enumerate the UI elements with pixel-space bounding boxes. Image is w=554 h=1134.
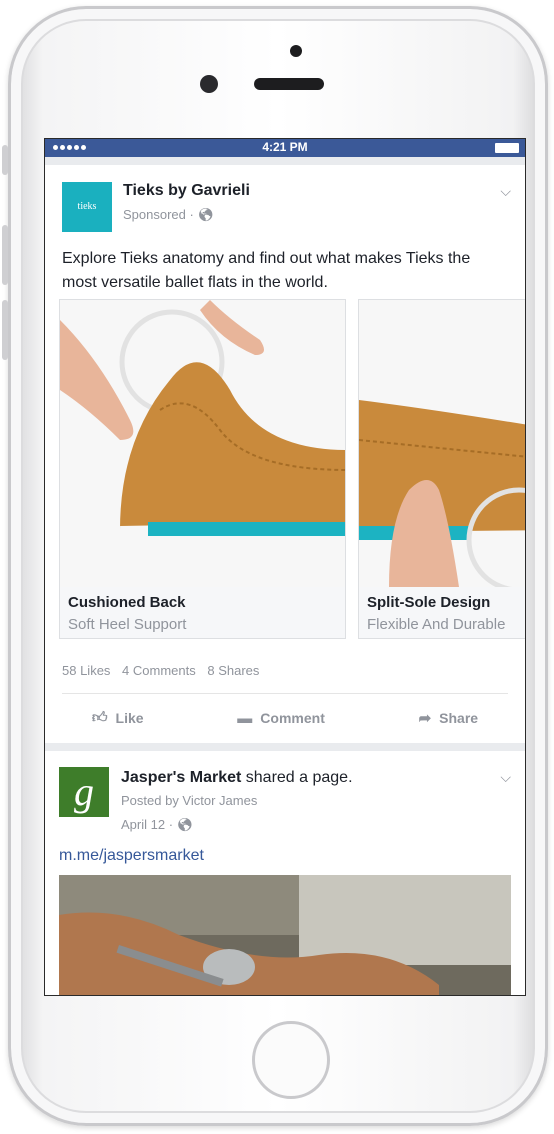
earpiece-speaker [254,78,324,90]
shoe-sole-image [359,300,525,587]
post-date: April 12 · 🌎︎ [121,817,193,833]
chevron-down-icon[interactable]: ⌵ [500,769,511,786]
volume-down-button [2,300,8,360]
post-meta: Sponsored · 🌎︎ [123,207,214,223]
sponsored-label: Sponsored · [123,207,198,222]
tieks-logo[interactable]: tieks [62,182,112,232]
shoe-heel-image [60,300,345,587]
post-header: Jasper's Market shared a page. [121,769,353,787]
shares-count[interactable]: 8 Shares [207,663,259,678]
shared-text: shared a page. [241,769,353,786]
phone-screen: 4:21 PM tieks Tieks by Gavrieli Sponsore… [44,138,526,996]
comment-icon: ▬ [237,709,253,727]
likes-count[interactable]: 58 Likes [62,663,110,678]
post-author[interactable]: Tieks by Gavrieli [123,182,250,200]
card-title: Cushioned Back [68,594,186,611]
volume-up-button [2,225,8,285]
share-arrow-icon: ➦ [418,710,432,727]
like-label: Like [115,710,144,726]
comments-count[interactable]: 4 Comments [122,663,196,678]
comment-label: Comment [260,710,325,726]
battery-icon [495,143,519,153]
card-subtitle: Flexible And Durable [367,616,506,633]
sponsored-post: tieks Tieks by Gavrieli Sponsored · 🌎︎ ⌵… [45,165,525,743]
globe-icon: 🌎︎ [176,817,194,832]
engagement-counts: 58 Likes 4 Comments 8 Shares [62,663,267,678]
divider [62,693,508,694]
date-label: April 12 · [121,817,177,832]
kitchen-photo[interactable] [59,875,511,995]
jaspers-market-logo[interactable]: g [59,767,109,817]
posted-by: Posted by Victor James [121,793,258,808]
thumbs-up-icon: 👍︎ [91,709,108,726]
front-camera-icon [200,75,218,93]
carousel[interactable]: Cushioned Back Soft Heel Support Split-S… [59,299,525,639]
carousel-card[interactable]: Cushioned Back Soft Heel Support [59,299,346,639]
proximity-sensor [290,45,302,57]
share-label: Share [439,710,479,726]
page-link[interactable]: m.me/jaspersmarket [59,847,204,865]
share-button[interactable]: ➦ Share [419,705,479,731]
status-time: 4:21 PM [262,140,308,154]
post-actions: 👍︎ Like ▬ Comment ➦ Share [45,705,525,731]
card-title: Split-Sole Design [367,594,491,611]
post-body: Explore Tieks anatomy and find out what … [62,250,471,291]
card-subtitle: Soft Heel Support [68,616,187,633]
home-button[interactable] [252,1021,330,1099]
post-author[interactable]: Jasper's Market [121,769,241,786]
shared-page-post: g Jasper's Market shared a page. ⌵ Poste… [45,751,525,995]
chevron-down-icon[interactable]: ⌵ [500,183,511,200]
carousel-card[interactable]: Split-Sole Design Flexible And Durable [358,299,525,639]
like-button[interactable]: 👍︎ Like [92,705,144,731]
comment-button[interactable]: ▬ Comment [237,705,325,731]
globe-icon: 🌎︎ [197,207,214,222]
status-bar: 4:21 PM [45,139,525,157]
mute-switch [2,145,8,175]
